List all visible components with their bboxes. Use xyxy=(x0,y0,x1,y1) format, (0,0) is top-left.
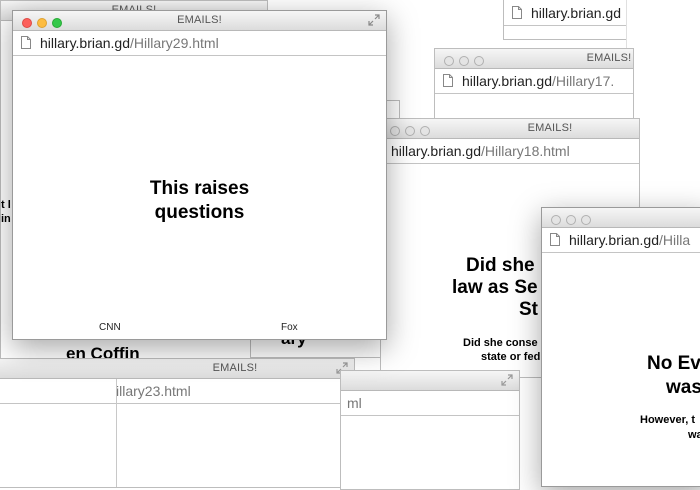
url-text: hillary.brian.gd xyxy=(531,1,621,25)
url-host: hillary.brian.gd xyxy=(531,5,622,21)
url-path: ml xyxy=(347,395,362,411)
window-hillary29[interactable]: EMAILS! hillary.brian.gd/Hillary29.html … xyxy=(12,10,387,340)
url-path: /Hillary17. xyxy=(552,73,615,89)
headline-line-1: No Ev xyxy=(647,353,700,374)
partial-text: in xyxy=(1,213,11,225)
url-host: hillary.brian.gd xyxy=(462,73,553,89)
background-window-top[interactable]: hillary.brian.gd xyxy=(503,0,633,40)
window-title: EMAILS! xyxy=(527,122,573,134)
url-bar[interactable]: hillary.brian.gd/Hilla xyxy=(542,228,700,253)
url-path: illary23.html xyxy=(116,383,191,399)
minimize-icon[interactable] xyxy=(405,126,415,136)
subtext-line-1: However, t xyxy=(640,414,696,426)
zoom-icon[interactable] xyxy=(581,215,591,225)
window-hillary23[interactable]: EMAILS! illary23.html xyxy=(0,358,355,488)
url-bar[interactable]: hillary.brian.gd/Hillary17. xyxy=(435,69,633,94)
url-path: /Hillary29.html xyxy=(130,35,219,51)
zoom-icon[interactable] xyxy=(420,126,430,136)
window-controls xyxy=(390,123,435,136)
url-host: hillary.brian.gd xyxy=(569,232,660,248)
url-text: hillary.brian.gd/Hillary17. xyxy=(462,69,614,93)
title-bar[interactable]: EMAILS! xyxy=(0,359,354,379)
window-title: EMAILS! xyxy=(586,52,632,64)
partial-text: t l xyxy=(1,199,11,211)
window-bottom-middle[interactable]: ml xyxy=(340,370,520,490)
window-controls xyxy=(551,212,596,225)
window-controls xyxy=(444,53,489,66)
fullscreen-icon[interactable] xyxy=(368,14,380,26)
fullscreen-icon[interactable] xyxy=(501,374,513,386)
document-icon xyxy=(512,6,522,19)
headline-line-2: questions xyxy=(154,202,245,223)
cnn-link[interactable]: CNN xyxy=(99,322,121,333)
subtext-line-2: wa xyxy=(688,429,700,441)
minimize-icon[interactable] xyxy=(459,56,469,66)
url-bar[interactable]: hillary.brian.gd/Hillary18.html xyxy=(381,139,639,164)
window-hillary-right[interactable]: hillary.brian.gd/Hilla No Ev was However… xyxy=(541,207,700,487)
minimize-icon[interactable] xyxy=(566,215,576,225)
url-path: /Hillary18.html xyxy=(481,143,570,159)
zoom-icon[interactable] xyxy=(474,56,484,66)
title-bar[interactable] xyxy=(341,371,519,391)
url-bar[interactable]: hillary.brian.gd/Hillary29.html xyxy=(13,31,386,56)
url-bar[interactable]: ml xyxy=(341,391,519,416)
document-icon xyxy=(550,233,560,246)
window-title: EMAILS! xyxy=(177,14,222,26)
title-bar[interactable]: EMAILS! xyxy=(381,119,639,139)
title-bar[interactable] xyxy=(542,208,700,228)
url-bar[interactable]: hillary.brian.gd xyxy=(504,1,632,26)
close-icon[interactable] xyxy=(551,215,561,225)
fox-link[interactable]: Fox xyxy=(281,322,298,333)
document-icon xyxy=(443,74,453,87)
close-icon[interactable] xyxy=(444,56,454,66)
window-hillary17[interactable]: EMAILS! hillary.brian.gd/Hillary17. xyxy=(434,48,634,128)
close-icon[interactable] xyxy=(390,126,400,136)
window-title: EMAILS! xyxy=(212,362,258,374)
url-host: hillary.brian.gd xyxy=(391,143,482,159)
url-host: hillary.brian.gd xyxy=(40,35,131,51)
window-edge xyxy=(116,379,117,487)
url-text: hillary.brian.gd/Hillary18.html xyxy=(391,139,570,163)
url-text: hillary.brian.gd/Hilla xyxy=(569,228,690,252)
url-text: hillary.brian.gd/Hillary29.html xyxy=(40,31,219,55)
headline-line-1: This raises xyxy=(149,178,250,199)
document-icon xyxy=(21,36,31,49)
url-bar[interactable]: illary23.html xyxy=(0,379,354,404)
title-bar[interactable]: EMAILS! xyxy=(13,11,386,31)
url-path: /Hilla xyxy=(659,232,691,248)
headline-line-2: was xyxy=(666,377,700,398)
title-bar[interactable]: EMAILS! xyxy=(435,49,633,69)
